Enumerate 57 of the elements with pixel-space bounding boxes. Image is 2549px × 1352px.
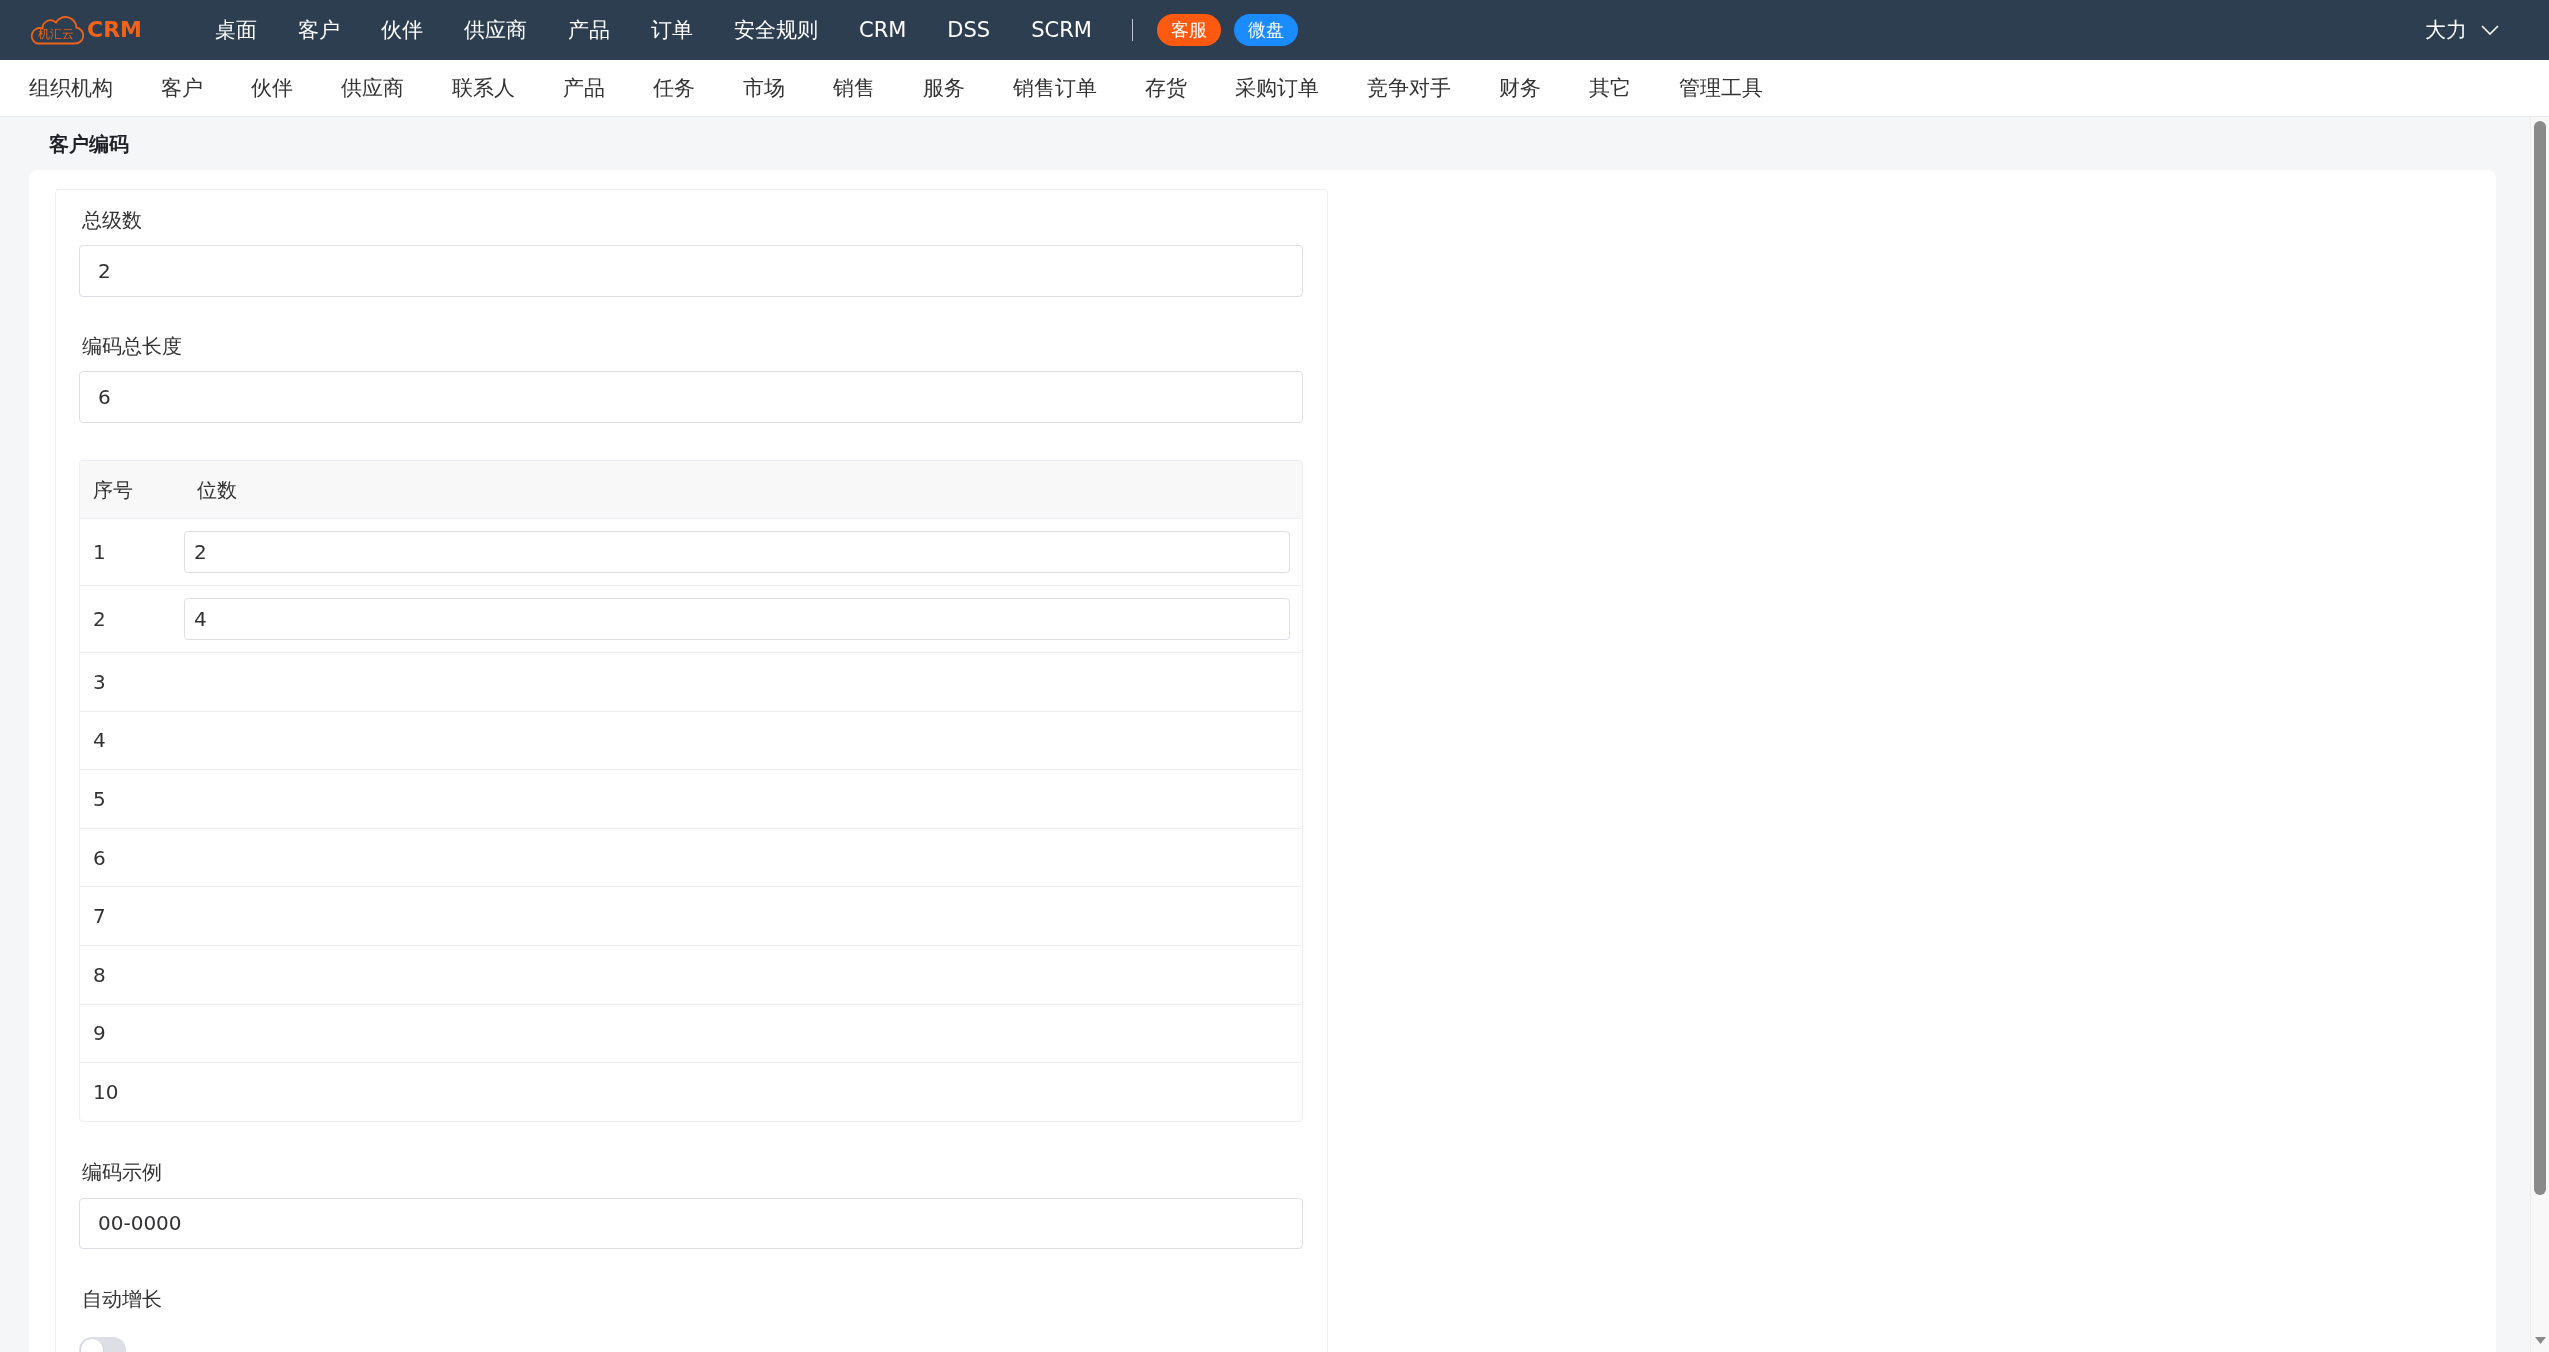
chevron-down-icon <box>2481 25 2499 35</box>
module-nav-item[interactable]: 市场 <box>743 74 785 102</box>
column-header: 序号 <box>93 476 133 504</box>
digits-input[interactable]: 4 <box>184 598 1290 640</box>
table-cell-text: 5 <box>93 786 106 813</box>
module-nav-item[interactable]: 联系人 <box>452 74 515 102</box>
module-nav-item[interactable]: 其它 <box>1589 74 1631 102</box>
module-nav-item[interactable]: 竞争对手 <box>1367 74 1451 102</box>
page-title: 客户编码 <box>49 130 129 158</box>
module-nav-item[interactable]: 销售 <box>833 74 875 102</box>
top-nav-item[interactable]: 供应商 <box>464 16 527 44</box>
input-field[interactable]: 00-0000 <box>79 1197 1303 1249</box>
table-cell-text: 7 <box>93 903 106 931</box>
top-nav-item[interactable]: 桌面 <box>215 16 257 44</box>
module-nav-item[interactable]: 组织机构 <box>29 74 113 102</box>
top-nav-item[interactable]: 客户 <box>298 16 340 44</box>
top-nav-item[interactable]: DSS <box>947 16 991 44</box>
module-nav-item[interactable]: 服务 <box>923 74 965 102</box>
table-cell-text: 3 <box>93 668 106 696</box>
module-nav-item[interactable]: 任务 <box>653 74 695 102</box>
table-cell-text: 8 <box>93 961 106 989</box>
module-nav-item[interactable]: 客户 <box>161 74 203 102</box>
table-cell-text: 9 <box>93 1020 106 1048</box>
digits-input[interactable]: 2 <box>184 531 1290 573</box>
logo-badge-text: 机汇云 <box>38 27 74 41</box>
top-nav-item[interactable]: 产品 <box>568 16 610 44</box>
module-nav-item[interactable]: 伙伴 <box>251 74 293 102</box>
input-field[interactable]: 6 <box>79 371 1303 423</box>
top-nav-item[interactable]: SCRM <box>1031 16 1092 44</box>
module-nav-item[interactable]: 采购订单 <box>1235 74 1319 102</box>
module-nav-item[interactable]: 管理工具 <box>1679 74 1763 102</box>
table-cell-text: 6 <box>93 844 106 872</box>
top-nav-item[interactable]: 订单 <box>651 16 693 44</box>
input-field[interactable]: 2 <box>79 245 1303 297</box>
module-nav-item[interactable]: 销售订单 <box>1013 74 1097 102</box>
caret-down-icon[interactable] <box>2534 1337 2546 1344</box>
logo-text: CRM <box>87 17 142 43</box>
top-nav-item[interactable]: CRM <box>859 16 907 44</box>
table-cell-text: 10 <box>93 1078 119 1106</box>
table-cell-text: 1 <box>93 539 106 566</box>
module-nav-item[interactable]: 财务 <box>1499 74 1541 102</box>
user-menu[interactable]: 大力 <box>2425 12 2499 48</box>
cloud-icon <box>28 15 84 45</box>
top-nav-item[interactable]: 安全规则 <box>734 16 818 44</box>
table-cell-text: 4 <box>93 727 106 755</box>
scrollbar[interactable] <box>2530 117 2549 1352</box>
column-header: 位数 <box>197 476 237 504</box>
module-nav-item[interactable]: 存货 <box>1145 74 1187 102</box>
field-label: 编码总长度 <box>82 333 182 360</box>
top-nav-item[interactable]: 伙伴 <box>381 16 423 44</box>
field-label: 编码示例 <box>82 1158 162 1186</box>
module-nav-item[interactable]: 供应商 <box>341 74 404 102</box>
field-label: 总级数 <box>82 207 142 234</box>
field-label: 自动增长 <box>82 1285 162 1313</box>
table-cell-text: 2 <box>93 606 106 633</box>
module-nav-item[interactable]: 产品 <box>563 74 605 102</box>
scrollbar-thumb[interactable] <box>2534 121 2546 1195</box>
